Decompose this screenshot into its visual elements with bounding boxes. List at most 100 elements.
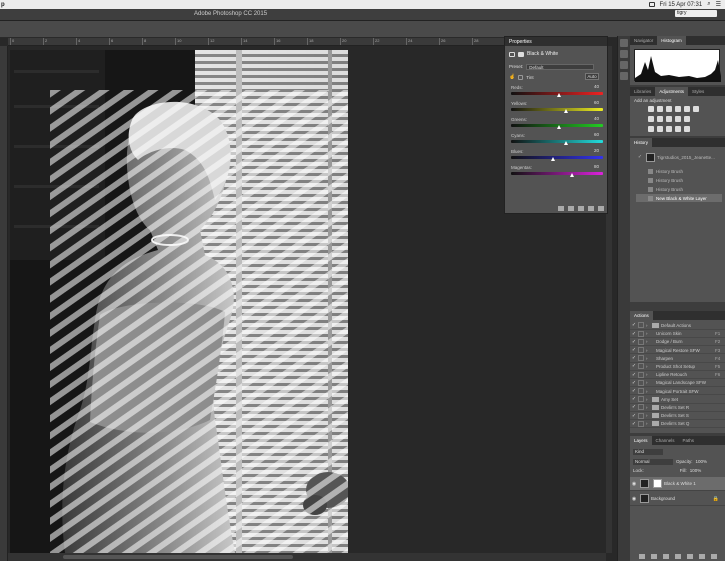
layer-name[interactable]: Black & White 1 bbox=[664, 481, 696, 486]
canvas-horizontal-scrollbar[interactable] bbox=[8, 553, 606, 561]
tab-layers[interactable]: Layers bbox=[630, 436, 652, 445]
action-toggle-icon[interactable]: ✓ bbox=[630, 372, 638, 378]
reset-icon[interactable] bbox=[578, 206, 584, 211]
threshold-icon[interactable] bbox=[666, 126, 672, 132]
invert-icon[interactable] bbox=[648, 126, 654, 132]
expand-chevron-icon[interactable]: › bbox=[646, 331, 652, 336]
new-layer-icon[interactable] bbox=[698, 553, 705, 559]
layer-mask-icon[interactable] bbox=[518, 51, 524, 57]
lock-icon[interactable]: 🔒 bbox=[713, 496, 719, 502]
dialog-toggle-icon[interactable] bbox=[638, 404, 644, 411]
action-toggle-icon[interactable]: ✓ bbox=[630, 421, 638, 427]
document-canvas[interactable] bbox=[10, 50, 348, 553]
history-item[interactable]: History Brush bbox=[636, 176, 722, 184]
dialog-toggle-icon[interactable] bbox=[638, 371, 644, 378]
posterize-icon[interactable] bbox=[657, 126, 663, 132]
dialog-toggle-icon[interactable] bbox=[638, 330, 644, 337]
tab-actions[interactable]: Actions bbox=[630, 311, 653, 320]
history-icon[interactable] bbox=[620, 61, 628, 69]
exposure-icon[interactable] bbox=[675, 106, 681, 112]
scroll-thumb[interactable] bbox=[63, 555, 293, 559]
brush-icon[interactable] bbox=[620, 72, 628, 80]
fill-value[interactable]: 100% bbox=[690, 468, 702, 473]
clock[interactable]: Fri 15 Apr 07:31 bbox=[660, 2, 703, 8]
tab-navigator[interactable]: Navigator bbox=[630, 36, 657, 45]
preset-select[interactable]: Default bbox=[526, 63, 595, 70]
workspace-select[interactable]: tigry bbox=[675, 10, 717, 17]
eye-icon[interactable]: ◉ bbox=[630, 496, 638, 502]
slider-track[interactable] bbox=[511, 108, 603, 111]
slider-thumb[interactable] bbox=[550, 157, 555, 161]
action-toggle-icon[interactable]: ✓ bbox=[630, 322, 638, 328]
slider-track[interactable] bbox=[511, 156, 603, 159]
tab-histogram[interactable]: Histogram bbox=[657, 36, 686, 45]
action-toggle-icon[interactable]: ✓ bbox=[630, 388, 638, 394]
action-toggle-icon[interactable]: ✓ bbox=[630, 355, 638, 361]
action-toggle-icon[interactable]: ✓ bbox=[630, 331, 638, 337]
action-item[interactable]: ✓ › Dodge / Burn F2 bbox=[630, 338, 725, 347]
clip-to-layer-icon[interactable] bbox=[558, 206, 564, 211]
selective-color-icon[interactable] bbox=[684, 126, 690, 132]
brightness-icon[interactable] bbox=[648, 106, 654, 112]
dialog-toggle-icon[interactable] bbox=[638, 388, 644, 395]
tab-adjustments[interactable]: Adjustments bbox=[655, 87, 689, 96]
adjustments-icon[interactable] bbox=[620, 50, 628, 58]
trash-icon[interactable] bbox=[598, 206, 604, 211]
black-white-icon[interactable] bbox=[657, 116, 663, 122]
add-mask-icon[interactable] bbox=[662, 553, 669, 559]
gradient-map-icon[interactable] bbox=[675, 126, 681, 132]
action-set[interactable]: ✓ › Devlin's Set R bbox=[630, 404, 725, 412]
dialog-toggle-icon[interactable] bbox=[638, 420, 644, 427]
color-lookup-icon[interactable] bbox=[684, 116, 690, 122]
expand-chevron-icon[interactable]: › bbox=[646, 356, 652, 361]
tab-history[interactable]: History bbox=[630, 138, 653, 147]
hue-saturation-icon[interactable] bbox=[693, 106, 699, 112]
action-toggle-icon[interactable]: ✓ bbox=[630, 413, 638, 419]
slider-value[interactable]: 20 bbox=[587, 148, 599, 154]
fx-icon[interactable] bbox=[650, 553, 657, 559]
dialog-toggle-icon[interactable] bbox=[638, 363, 644, 370]
slider-track[interactable] bbox=[511, 172, 603, 175]
action-item[interactable]: ✓ › Unicorn Skin F1 bbox=[630, 330, 725, 339]
expand-chevron-icon[interactable]: › bbox=[646, 380, 652, 385]
action-toggle-icon[interactable]: ✓ bbox=[630, 404, 638, 410]
visibility-icon[interactable] bbox=[588, 206, 594, 211]
slider-thumb[interactable] bbox=[570, 173, 575, 177]
tab-styles[interactable]: Styles bbox=[688, 87, 708, 96]
expand-chevron-icon[interactable]: › bbox=[646, 348, 652, 353]
action-toggle-icon[interactable]: ✓ bbox=[630, 380, 638, 386]
slider-value[interactable]: 80 bbox=[587, 164, 599, 170]
action-set[interactable]: ✓ › Default Actions bbox=[630, 322, 725, 330]
dialog-toggle-icon[interactable] bbox=[638, 396, 644, 403]
slider-thumb[interactable] bbox=[563, 109, 568, 113]
eye-icon[interactable]: ◉ bbox=[630, 481, 638, 487]
delete-layer-icon[interactable] bbox=[710, 553, 717, 559]
tab-paths[interactable]: Paths bbox=[679, 436, 699, 445]
history-snapshot[interactable]: ✓ Tigrstudios_2015_Jeanette... bbox=[636, 152, 722, 162]
menu-list-icon[interactable]: ☰ bbox=[716, 1, 721, 8]
action-set[interactable]: ✓ › Devlin's Set S bbox=[630, 412, 725, 421]
action-item[interactable]: ✓ › Magical Portrait SFW bbox=[630, 388, 725, 396]
app-menu[interactable]: p bbox=[1, 2, 5, 8]
action-set[interactable]: ✓ › Devlin's Set Q bbox=[630, 420, 725, 429]
history-item[interactable]: History Brush bbox=[636, 167, 722, 175]
vibrance-icon[interactable] bbox=[684, 106, 690, 112]
layer-row[interactable]: ◉ Background 🔒 bbox=[630, 492, 725, 506]
navigator-icon[interactable] bbox=[620, 39, 628, 47]
link-layers-icon[interactable] bbox=[638, 553, 645, 559]
properties-tab[interactable]: Properties bbox=[505, 37, 607, 46]
dialog-toggle-icon[interactable] bbox=[638, 347, 644, 354]
action-toggle-icon[interactable]: ✓ bbox=[630, 396, 638, 402]
history-item[interactable]: History Brush bbox=[636, 185, 722, 193]
action-item[interactable]: ✓ › Magical Landscape SFW bbox=[630, 379, 725, 388]
tab-libraries[interactable]: Libraries bbox=[630, 87, 655, 96]
tint-checkbox[interactable] bbox=[518, 74, 524, 80]
action-item[interactable]: ✓ › Magical Restore SFW F3 bbox=[630, 347, 725, 355]
slider-track[interactable] bbox=[511, 140, 603, 143]
slider-value[interactable]: 40 bbox=[587, 116, 599, 122]
dialog-toggle-icon[interactable] bbox=[638, 322, 644, 329]
dialog-toggle-icon[interactable] bbox=[638, 379, 644, 386]
action-set[interactable]: ✓ › Amy Set bbox=[630, 396, 725, 404]
dialog-toggle-icon[interactable] bbox=[638, 412, 644, 419]
dialog-toggle-icon[interactable] bbox=[638, 355, 644, 362]
